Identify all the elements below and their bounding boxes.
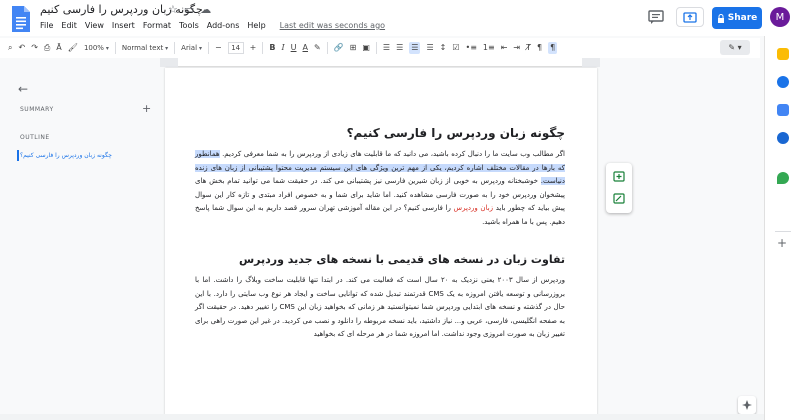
checklist-icon[interactable]: ☑ <box>452 42 459 54</box>
zoom-select[interactable]: 100% <box>84 44 109 52</box>
highlight-color-icon[interactable]: ✎ <box>314 42 321 54</box>
print-icon[interactable]: ⎙ <box>44 42 50 54</box>
toolbar-divider <box>207 42 209 54</box>
add-comment-icon[interactable]: ⊞ <box>350 42 357 54</box>
add-comment-icon[interactable] <box>613 171 625 183</box>
toolbar-divider <box>375 42 377 54</box>
paragraph-2[interactable]: وردپرس از سال ۲۰۰۳ یعنی نزدیک به ۲۰ سال … <box>195 274 565 342</box>
menu-addons[interactable]: Add-ons <box>207 21 240 30</box>
editing-mode-button[interactable]: ✎ ▾ <box>720 40 750 55</box>
formatting-toolbar: ⌕ ↶ ↷ ⎙ Ᾱ 🖌 100% Normal text Arial − 14 … <box>0 38 760 58</box>
align-left-icon[interactable]: ☰ <box>383 42 390 54</box>
insert-image-icon[interactable]: ▣ <box>362 42 370 54</box>
contacts-icon[interactable] <box>777 132 789 144</box>
bulleted-list-icon[interactable]: •≡ <box>465 42 476 54</box>
get-addons-icon[interactable]: + <box>777 236 787 250</box>
last-edit-link[interactable]: Last edit was seconds ago <box>280 21 385 30</box>
comment-history-icon[interactable] <box>648 10 664 24</box>
decrease-indent-icon[interactable]: ⇤ <box>501 42 508 54</box>
menu-tools[interactable]: Tools <box>179 21 199 30</box>
underline-button[interactable]: U <box>291 42 297 54</box>
toolbar-divider <box>174 42 176 54</box>
spellcheck-icon[interactable]: Ᾱ <box>56 42 61 54</box>
avatar[interactable]: M <box>770 7 790 27</box>
font-select[interactable]: Arial <box>181 44 202 52</box>
suggest-edits-icon[interactable] <box>613 193 625 205</box>
present-icon <box>683 11 697 23</box>
explore-icon[interactable] <box>738 396 756 414</box>
line-spacing-icon[interactable]: ↕ <box>440 42 447 54</box>
horizontal-ruler[interactable] <box>160 58 600 67</box>
align-justify-icon[interactable]: ☰ <box>426 42 433 54</box>
menu-file[interactable]: File <box>40 21 53 30</box>
paragraph-text: اگر مطالب وب سایت ما را دنبال کرده باشید… <box>219 150 565 158</box>
ruler-margin-right <box>582 58 600 67</box>
menu-insert[interactable]: Insert <box>112 21 135 30</box>
toolbar-divider <box>114 42 116 54</box>
menu-edit[interactable]: Edit <box>61 21 77 30</box>
link-icon[interactable]: 🔗 <box>334 42 344 54</box>
outline-active-indicator <box>17 150 19 161</box>
bold-button[interactable]: B <box>269 42 275 54</box>
outline-item[interactable]: چگونه زبان وردپرس را فارسی کنیم؟ <box>20 152 112 159</box>
document-page[interactable]: چگونه زبان وردپرس را فارسی کنیم؟ اگر مطا… <box>165 68 597 420</box>
toolbar-divider <box>262 42 264 54</box>
explore-glyph-icon <box>742 400 752 410</box>
share-button[interactable]: Share <box>712 7 762 29</box>
close-outline-icon[interactable]: ← <box>18 82 28 96</box>
ruler-margin-left <box>160 58 178 67</box>
document-body[interactable]: چگونه زبان وردپرس را فارسی کنیم؟ اگر مطا… <box>195 126 565 342</box>
add-summary-icon[interactable]: + <box>142 102 151 115</box>
cloud-status-icon: ☁ <box>200 3 212 16</box>
panel-divider <box>775 231 791 232</box>
paragraph-1[interactable]: اگر مطالب وب سایت ما را دنبال کرده باشید… <box>195 148 565 229</box>
tasks-icon[interactable] <box>777 76 789 88</box>
style-select[interactable]: Normal text <box>122 44 168 52</box>
increase-font-icon[interactable]: + <box>250 42 257 54</box>
move-folder-icon[interactable]: ▭ <box>184 3 194 17</box>
align-center-icon[interactable]: ☰ <box>396 42 403 54</box>
text-color-button[interactable]: A <box>303 42 308 54</box>
menu-bar: File Edit View Insert Format Tools Add-o… <box>40 21 385 30</box>
toolbar-divider <box>326 42 328 54</box>
ltr-direction-icon[interactable]: ¶ <box>537 42 542 54</box>
search-menus-icon[interactable]: ⌕ <box>8 42 12 54</box>
paint-format-icon[interactable]: 🖌 <box>68 42 78 54</box>
summary-label: SUMMARY <box>20 106 54 113</box>
present-button[interactable] <box>676 7 704 27</box>
lock-icon <box>717 13 724 23</box>
docs-logo-icon[interactable] <box>10 5 32 33</box>
share-label: Share <box>727 13 758 23</box>
horizontal-scrollbar[interactable] <box>0 414 764 420</box>
increase-indent-icon[interactable]: ⇥ <box>513 42 520 54</box>
outline-label: OUTLINE <box>20 134 50 141</box>
pencil-icon: ✎ ▾ <box>728 43 742 52</box>
heading-1[interactable]: چگونه زبان وردپرس را فارسی کنیم؟ <box>195 126 565 140</box>
calendar-icon[interactable] <box>777 104 789 116</box>
clear-formatting-icon[interactable]: T̸ <box>526 42 531 54</box>
redo-icon[interactable]: ↷ <box>31 42 38 54</box>
italic-button[interactable]: I <box>281 42 284 54</box>
heading-2[interactable]: تفاوت زبان در نسخه های قدیمی با نسخه های… <box>195 253 565 266</box>
align-right-icon[interactable]: ☰ <box>409 42 421 54</box>
keep-icon[interactable] <box>777 48 789 60</box>
floating-action-panel <box>606 163 632 213</box>
numbered-list-icon[interactable]: 1≡ <box>483 42 495 54</box>
menu-view[interactable]: View <box>85 21 104 30</box>
decrease-font-icon[interactable]: − <box>215 42 222 54</box>
rtl-direction-icon[interactable]: ¶ <box>548 42 558 54</box>
maps-icon[interactable] <box>777 172 789 184</box>
side-panel: + <box>764 36 800 420</box>
font-size-input[interactable]: 14 <box>227 42 244 54</box>
star-icon[interactable]: ☆ <box>168 3 178 17</box>
menu-format[interactable]: Format <box>143 21 171 30</box>
undo-icon[interactable]: ↶ <box>18 42 25 54</box>
inline-link[interactable]: زبان وردپرس <box>454 204 494 212</box>
menu-help[interactable]: Help <box>247 21 265 30</box>
title-bar: چگونه زبان وردپرس را فارسی کنیم ☆ ▭ ☁ Fi… <box>0 0 800 36</box>
